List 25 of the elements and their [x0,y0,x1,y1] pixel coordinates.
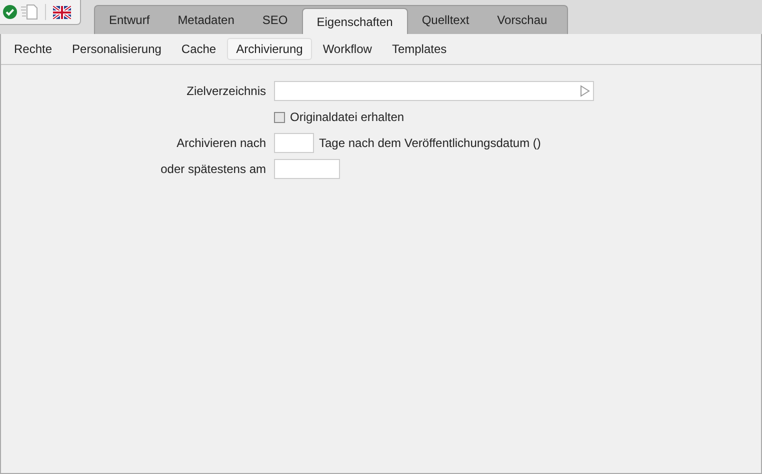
subtab[interactable]: Cache [172,38,226,60]
field-label: Archivieren nach [176,136,266,150]
subtab[interactable]: Workflow [314,38,381,60]
tab[interactable]: Vorschau [483,7,562,34]
tab[interactable]: Entwurf [95,7,164,34]
checkbox[interactable] [274,112,285,122]
tab[interactable]: Metadaten [164,7,248,34]
subtab[interactable]: Archivierung [227,38,312,60]
check-icon[interactable] [3,5,17,19]
field-suffix: Tage nach dem Veröffentlichungsdatum () [319,136,541,150]
tab[interactable]: Quelltext [408,7,484,34]
tab[interactable]: Eigenschaften [302,8,408,34]
path-field[interactable] [274,81,594,101]
subtab[interactable]: Personalisierung [63,38,170,60]
document-icon[interactable] [20,4,38,20]
field-label: Zielverzeichnis [186,84,266,98]
flag-icon[interactable] [53,6,71,18]
tab[interactable]: SEO [248,7,302,34]
subtab[interactable]: Templates [382,38,456,60]
subtab[interactable]: Rechte [5,38,62,60]
field-label: oder spätestens am [160,162,266,176]
days-field[interactable] [274,133,314,153]
checkbox-label: Originaldatei erhalten [290,110,404,124]
date-field[interactable] [274,159,340,179]
cursor-icon[interactable] [580,85,590,97]
